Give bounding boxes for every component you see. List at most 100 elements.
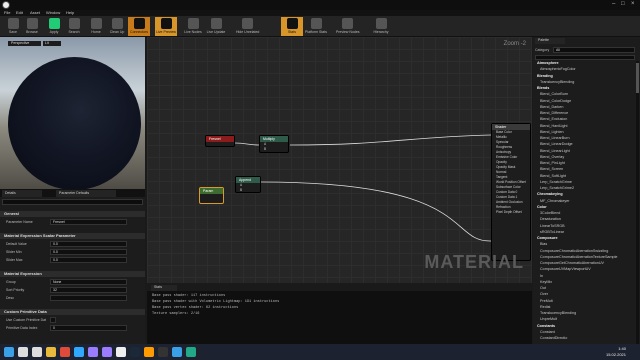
stats-line: Base pass shader: 117 instructions [152, 294, 226, 298]
preview-nodes-button[interactable]: Preview Nodes [336, 17, 360, 36]
browse-icon [26, 18, 38, 29]
connectors-button[interactable]: Connectors [128, 17, 150, 36]
aftereffects-icon[interactable] [102, 347, 112, 357]
premiere-icon[interactable] [88, 347, 98, 357]
prop-label: Default Value [6, 242, 27, 246]
material-watermark: MATERIAL [424, 252, 524, 272]
clean-up-button[interactable]: Clean Up [106, 17, 128, 36]
tab-parameter-defaults[interactable]: Parameter Defaults [56, 190, 116, 197]
windows-icon[interactable] [4, 347, 14, 357]
prop-row: Sort Priority 32 [0, 287, 145, 294]
menu-help[interactable]: Help [66, 10, 74, 15]
files-icon[interactable] [172, 347, 182, 357]
prop-label: Sort Priority [6, 288, 25, 292]
primitive-data-index-field[interactable]: 0 [50, 325, 127, 331]
result-node[interactable]: Shader Base Color Metallic Specular Roughne… [491, 123, 531, 261]
stats-icon [286, 18, 298, 29]
palette-scrollbar[interactable] [636, 61, 639, 344]
home-button[interactable]: Home [85, 17, 107, 36]
lit-button[interactable]: Lit [43, 41, 61, 46]
live-preview-button[interactable]: Live Preview [155, 17, 177, 36]
hierarchy-button[interactable]: Hierarchy [370, 17, 392, 36]
wire-multiply-result [289, 134, 492, 146]
fresnel-node-title: Fresnel [206, 136, 234, 142]
toolbar: Save Browse Apply Search Home Clean Up C… [0, 16, 640, 37]
details-panel: Details Parameter Defaults General Param… [0, 189, 145, 344]
steam-icon[interactable] [130, 347, 140, 357]
param-node-title: Param [200, 188, 223, 194]
parameter-name-field[interactable]: Fresnel [50, 219, 127, 225]
section-custom-primitive-data[interactable]: Custom Primitive Data [0, 309, 145, 315]
perspective-button[interactable]: Perspective [8, 41, 41, 46]
scrollbar-thumb[interactable] [636, 63, 639, 93]
group-dropdown[interactable]: None [50, 279, 127, 285]
hierarchy-icon [375, 18, 387, 29]
connectors-icon [133, 18, 145, 29]
pin-b[interactable]: B [236, 188, 260, 193]
maximize-icon[interactable]: □ [621, 1, 625, 7]
photoshop-icon[interactable] [74, 347, 84, 357]
prop-row: Parameter Name Fresnel [0, 219, 145, 226]
title-bar: – □ × [0, 0, 640, 10]
preview-viewport[interactable]: Perspective Lit [0, 37, 145, 189]
epic-icon[interactable] [158, 347, 168, 357]
default-value-field[interactable]: 0.0 [50, 241, 127, 247]
close-icon[interactable]: × [631, 1, 635, 7]
taskview-icon[interactable] [32, 347, 42, 357]
section-material-expression[interactable]: Material Expression [0, 271, 145, 277]
chrome-icon[interactable] [60, 347, 70, 357]
platform-stats-icon [310, 18, 322, 29]
browse-button[interactable]: Browse [21, 17, 43, 36]
prop-row: Default Value 0.0 [0, 241, 145, 248]
apply-button[interactable]: Apply [43, 17, 65, 36]
category-label: Category [535, 48, 550, 52]
live-nodes-button[interactable]: Live Nodes [182, 17, 204, 36]
save-icon [7, 18, 19, 29]
material-graph[interactable]: Zoom -2 Fresnel Multiply A B Append A B … [147, 37, 532, 283]
taskbar: 1:40 15.02.2021 [0, 344, 640, 360]
menu-file[interactable]: File [4, 10, 10, 15]
explorer-icon[interactable] [46, 347, 56, 357]
menu-asset[interactable]: Asset [30, 10, 40, 15]
param-node[interactable]: Param [199, 187, 224, 204]
minimize-icon[interactable]: – [612, 1, 615, 7]
media-icon[interactable] [186, 347, 196, 357]
hide-unrelated-button[interactable]: Hide Unrelated [236, 17, 259, 36]
tab-details[interactable]: Details [2, 190, 42, 197]
slider-min-field[interactable]: 0.0 [50, 249, 127, 255]
taskbar-clock[interactable]: 1:40 15.02.2021 [606, 346, 626, 357]
preview-nodes-icon [341, 18, 353, 29]
editor-window: – □ × File Edit Asset Window Help Save B… [0, 0, 640, 350]
search-icon[interactable] [18, 347, 28, 357]
details-search-input[interactable] [2, 199, 143, 205]
prop-row: Desc [0, 295, 145, 302]
wire-fresnel-multiply [234, 142, 260, 146]
category-dropdown[interactable]: All [553, 47, 635, 53]
stats-line: Base pass shader with Volumetric Lightma… [152, 300, 280, 304]
prop-row: Group None [0, 279, 145, 286]
palette-search-input[interactable] [535, 55, 635, 60]
sort-priority-field[interactable]: 32 [50, 287, 127, 293]
stats-button[interactable]: Stats [281, 17, 303, 36]
tab-palette[interactable]: Palette [535, 38, 565, 44]
live-update-button[interactable]: Live Update [205, 17, 227, 36]
multiply-node[interactable]: Multiply A B [259, 135, 289, 153]
fresnel-node[interactable]: Fresnel [205, 135, 235, 147]
section-scalar-parameter[interactable]: Material Expression Scalar Parameter [0, 233, 145, 239]
slider-max-field[interactable]: 0.0 [50, 257, 127, 263]
platform-stats-button[interactable]: Platform Stats [305, 17, 327, 36]
result-pin[interactable]: Pixel Depth Offset [492, 210, 530, 215]
menu-edit[interactable]: Edit [16, 10, 23, 15]
menu-window[interactable]: Window [46, 10, 60, 15]
pin-b[interactable]: B [260, 147, 288, 152]
desc-field[interactable] [50, 295, 127, 301]
use-custom-primitive-checkbox[interactable] [50, 317, 56, 323]
section-general[interactable]: General [0, 211, 145, 217]
prop-row: Primitive Data Index 0 [0, 325, 145, 332]
prop-label: Primitive Data Index [6, 326, 38, 330]
illustrator-icon[interactable] [144, 347, 154, 357]
palette-item[interactable]: ConstantDirectio [535, 336, 635, 342]
search-button[interactable]: Search [63, 17, 85, 36]
append-node[interactable]: Append A B [235, 176, 261, 193]
unreal-icon[interactable] [116, 347, 126, 357]
